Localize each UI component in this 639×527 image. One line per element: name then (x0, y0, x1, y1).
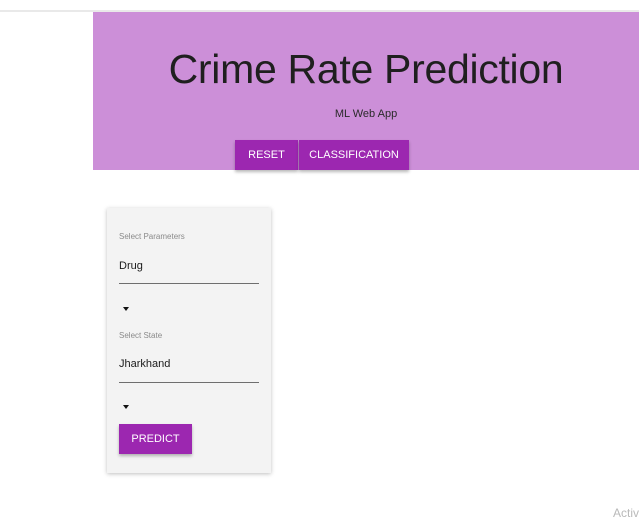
predict-button[interactable]: PREDICT (119, 424, 192, 454)
parameters-underline (119, 283, 259, 284)
state-underline (119, 382, 259, 383)
page-subtitle: ML Web App (334, 108, 398, 120)
state-label: Select State (119, 331, 163, 340)
parameters-select[interactable]: Drug (119, 260, 143, 272)
header-banner: Crime Rate Prediction ML Web App RESET C… (93, 12, 639, 170)
state-select[interactable]: Jharkhand (119, 358, 170, 370)
activation-watermark: Activ (612, 506, 639, 520)
header-actions: RESET CLASSIFICATION (235, 140, 409, 170)
classification-button[interactable]: CLASSIFICATION (299, 140, 409, 170)
parameters-caret-down-icon[interactable] (123, 307, 129, 311)
prediction-form-card: Select Parameters Drug Select State Jhar… (107, 208, 271, 473)
parameters-label: Select Parameters (119, 232, 185, 241)
state-caret-down-icon[interactable] (123, 405, 129, 409)
reset-button[interactable]: RESET (235, 140, 298, 170)
page-title: Crime Rate Prediction (168, 46, 564, 92)
